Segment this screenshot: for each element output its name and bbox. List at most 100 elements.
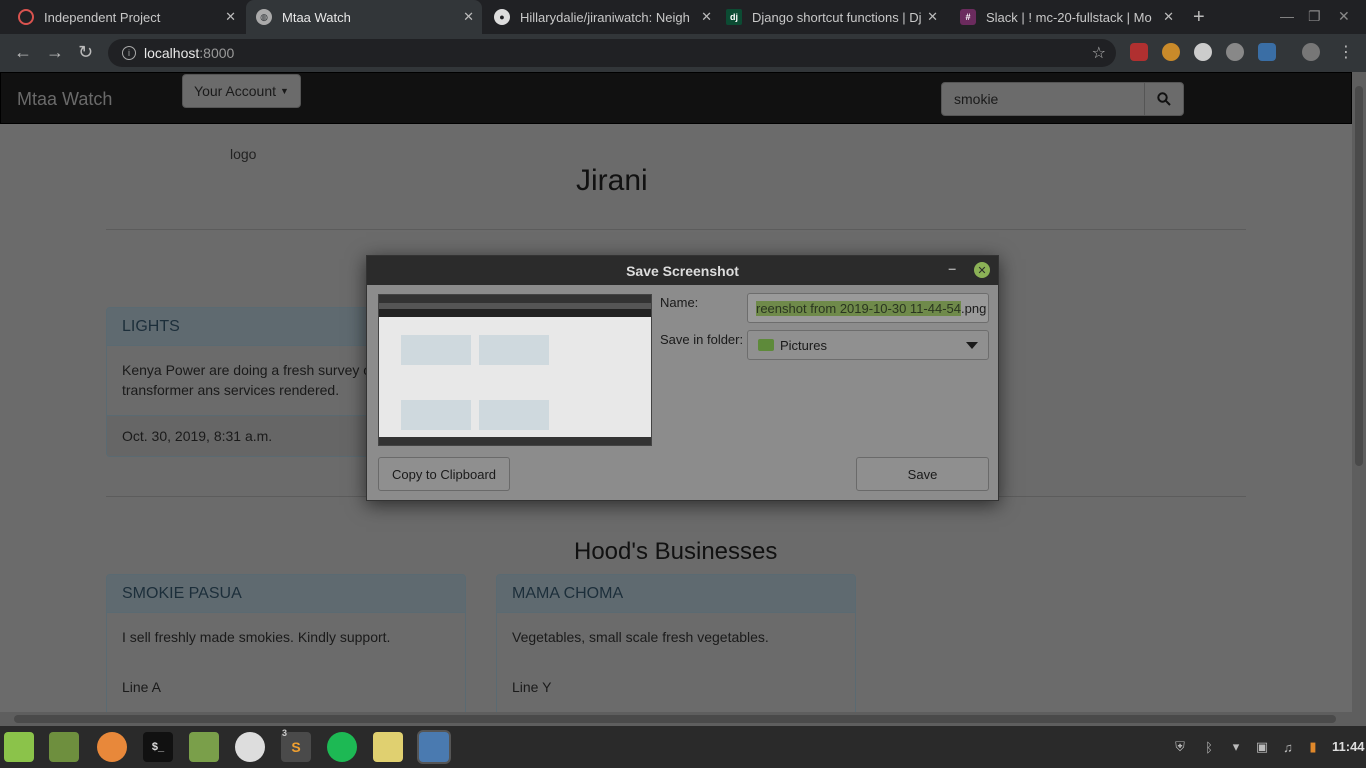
folder-label: Save in folder: (660, 332, 744, 347)
save-folder-select[interactable]: Pictures (747, 330, 989, 360)
filename-input[interactable]: reenshot from 2019-10-30 11-44-54 .png (747, 293, 989, 323)
tab-label: Hillarydalie/jiraniwatch: Neigh (520, 9, 690, 25)
shield-icon[interactable]: ⛨ (1172, 739, 1188, 755)
business-name: MAMA CHOMA (497, 575, 855, 613)
terminal-icon[interactable]: $_ (143, 732, 173, 762)
clock[interactable]: 11:44 (1332, 739, 1365, 754)
browser-toolbar: ← → ↻ i localhost:8000 ☆ ⋮ (0, 34, 1366, 72)
business-body: I sell freshly made smokies. Kindly supp… (107, 613, 465, 711)
url-host: localhost (144, 45, 200, 61)
info-icon[interactable]: i (122, 46, 136, 60)
business-location: Line Y (512, 679, 552, 695)
businesses-heading: Hood's Businesses (574, 538, 778, 565)
spotify-icon[interactable] (327, 732, 357, 762)
save-button[interactable]: Save (856, 457, 989, 491)
extension-lastpass-icon[interactable] (1130, 43, 1148, 61)
vertical-scrollbar[interactable] (1352, 72, 1366, 712)
bluetooth-icon[interactable]: ᛒ (1201, 739, 1217, 755)
new-tab-icon[interactable]: + (1193, 6, 1205, 29)
copy-to-clipboard-button[interactable]: Copy to Clipboard (378, 457, 510, 491)
tab-label: Django shortcut functions | Dj (752, 9, 922, 25)
wifi-icon[interactable]: ▾ (1228, 739, 1244, 755)
search-icon (1157, 92, 1171, 106)
firefox-icon[interactable] (97, 732, 127, 762)
extension-icon[interactable] (1226, 43, 1244, 61)
back-icon[interactable]: ← (14, 42, 32, 63)
extension-new-icon[interactable] (1258, 43, 1276, 61)
business-body: Vegetables, small scale fresh vegetables… (497, 613, 855, 711)
bookmark-star-icon[interactable]: ☆ (1092, 43, 1106, 63)
browser-tab-strip: Independent Project ✕ ◍ Mtaa Watch ✕ ● H… (0, 0, 1366, 34)
notice-card: LIGHTS Kenya Power are doing a fresh sur… (106, 307, 406, 457)
save-screenshot-dialog: Save Screenshot – ✕ Name: reenshot from … (366, 255, 999, 501)
logo-image: logo (230, 146, 257, 162)
close-icon[interactable]: ✕ (701, 9, 712, 25)
business-name: SMOKIE PASUA (107, 575, 465, 613)
window-count-badge: 3 (282, 728, 288, 738)
tab-label: Independent Project (44, 9, 161, 25)
mint-menu-icon[interactable] (4, 732, 34, 762)
preview-card (401, 335, 471, 365)
tab-label: Slack | ! mc-20-fullstack | Mo (986, 9, 1152, 25)
close-icon[interactable]: ✕ (463, 9, 474, 25)
extension-icon[interactable] (1162, 43, 1180, 61)
dialog-title-bar[interactable]: Save Screenshot – ✕ (367, 256, 998, 285)
files-icon[interactable] (189, 732, 219, 762)
business-card: MAMA CHOMA Vegetables, small scale fresh… (496, 574, 856, 712)
url-port: :8000 (199, 45, 235, 61)
close-icon[interactable]: ✕ (974, 262, 990, 278)
divider (106, 229, 1246, 230)
tab-slack[interactable]: # Slack | ! mc-20-fullstack | Mo ✕ (950, 0, 1182, 34)
menu-kebab-icon[interactable]: ⋮ (1338, 42, 1354, 62)
tab-independent-project[interactable]: Independent Project ✕ (8, 0, 244, 34)
extension-icon[interactable] (1194, 43, 1212, 61)
notes-icon[interactable] (373, 732, 403, 762)
sound-icon[interactable]: ♫ (1280, 739, 1296, 755)
tab-django-docs[interactable]: dj Django shortcut functions | Dj ✕ (716, 0, 946, 34)
search-input[interactable]: smokie (941, 82, 1145, 116)
business-description: I sell freshly made smokies. Kindly supp… (122, 629, 391, 645)
scrollbar-thumb[interactable] (1355, 86, 1363, 466)
site-brand[interactable]: Mtaa Watch (17, 89, 112, 110)
screenshot-app-icon[interactable] (419, 732, 449, 762)
address-bar[interactable]: i localhost:8000 ☆ (108, 39, 1116, 67)
filename-selected-text: reenshot from 2019-10-30 11-44-54 (756, 300, 961, 316)
close-icon[interactable]: ✕ (1163, 9, 1174, 25)
update-manager-icon[interactable]: ▣ (1254, 739, 1270, 755)
notice-body-line: transformer ans services rendered. (122, 382, 340, 398)
search-button[interactable] (1144, 82, 1184, 116)
business-location: Line A (122, 679, 161, 695)
globe-icon: ◍ (256, 9, 272, 25)
chrome-icon[interactable] (235, 732, 265, 762)
battery-icon[interactable]: ▮ (1305, 739, 1321, 755)
account-button-label: Your Account (194, 83, 277, 99)
caret-down-icon: ▼ (280, 86, 289, 96)
minimize-icon[interactable]: – (948, 260, 956, 276)
show-desktop-icon[interactable] (49, 732, 79, 762)
notice-body-line: Kenya Power are doing a fresh survey o (122, 362, 372, 378)
preview-card (401, 400, 471, 430)
profile-avatar[interactable] (1302, 43, 1320, 61)
maximize-icon[interactable]: ❐ (1308, 8, 1321, 25)
business-card: SMOKIE PASUA I sell freshly made smokies… (106, 574, 466, 712)
scrollbar-thumb[interactable] (14, 715, 1336, 723)
close-icon[interactable]: ✕ (225, 9, 236, 25)
tab-label: Mtaa Watch (282, 9, 351, 25)
tab-mtaa-watch[interactable]: ◍ Mtaa Watch ✕ (246, 0, 482, 34)
preview-card (479, 335, 549, 365)
chevron-down-icon (966, 342, 978, 349)
forward-icon[interactable]: → (46, 42, 64, 63)
business-description: Vegetables, small scale fresh vegetables… (512, 629, 769, 645)
sublime-text-icon[interactable]: S3 (281, 728, 311, 762)
your-account-dropdown[interactable]: Your Account ▼ (182, 74, 301, 108)
close-icon[interactable]: ✕ (927, 9, 938, 25)
close-window-icon[interactable]: ✕ (1338, 8, 1350, 25)
horizontal-scrollbar[interactable] (0, 712, 1352, 726)
ubuntu-icon (18, 9, 34, 25)
name-label: Name: (660, 295, 699, 310)
page-title: Jirani (576, 164, 648, 197)
tab-github[interactable]: ● Hillarydalie/jiraniwatch: Neigh ✕ (484, 0, 720, 34)
reload-icon[interactable]: ↻ (78, 42, 93, 63)
minimize-icon[interactable]: — (1280, 8, 1294, 24)
notice-date: Oct. 30, 2019, 8:31 a.m. (107, 415, 405, 456)
